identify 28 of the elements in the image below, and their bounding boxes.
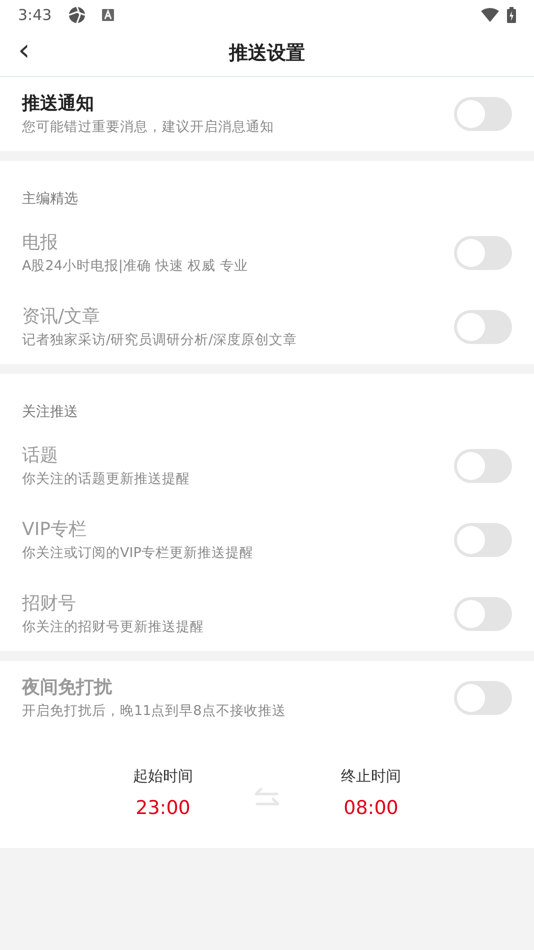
battery-icon — [507, 7, 516, 23]
setting-title: 招财号 — [22, 592, 77, 616]
toggle-switch[interactable] — [454, 97, 512, 131]
time-value[interactable]: 08:00 — [341, 794, 401, 822]
setting-description: A股24小时电报|准确 快速 权威 专业 — [22, 257, 249, 276]
back-button[interactable]: ‹ — [14, 36, 34, 66]
section-heading: 关注推送 — [22, 403, 79, 422]
setting-title: 话题 — [22, 444, 59, 468]
page-title: 推送设置 — [229, 40, 305, 66]
section-heading: 主编精选 — [22, 190, 79, 209]
setting-title: 资讯/文章 — [22, 305, 102, 329]
setting-title: VIP专栏 — [22, 518, 88, 542]
setting-description: 开启免打扰后，晚11点到早8点不接收推送 — [22, 702, 287, 721]
setting-description: 你关注的招财号更新推送提醒 — [22, 618, 205, 637]
setting-title: 推送通知 — [22, 92, 95, 116]
setting-description: 您可能错过重要消息，建议开启消息通知 — [22, 118, 275, 137]
setting-title: 夜间免打扰 — [22, 676, 114, 700]
wifi-icon — [481, 8, 499, 22]
time-value[interactable]: 23:00 — [133, 794, 193, 822]
setting-title: 电报 — [22, 231, 59, 255]
setting-description: 你关注的话题更新推送提醒 — [22, 470, 191, 489]
time-label: 起始时间 — [133, 766, 193, 787]
keyboard-icon — [102, 9, 114, 21]
aperture-icon — [68, 6, 86, 24]
status-time: 3:43 — [18, 4, 52, 26]
time-label: 终止时间 — [341, 766, 401, 787]
setting-description: 记者独家采访/研究员调研分析/深度原创文章 — [22, 331, 298, 350]
setting-description: 你关注或订阅的VIP专栏更新推送提醒 — [22, 544, 254, 563]
